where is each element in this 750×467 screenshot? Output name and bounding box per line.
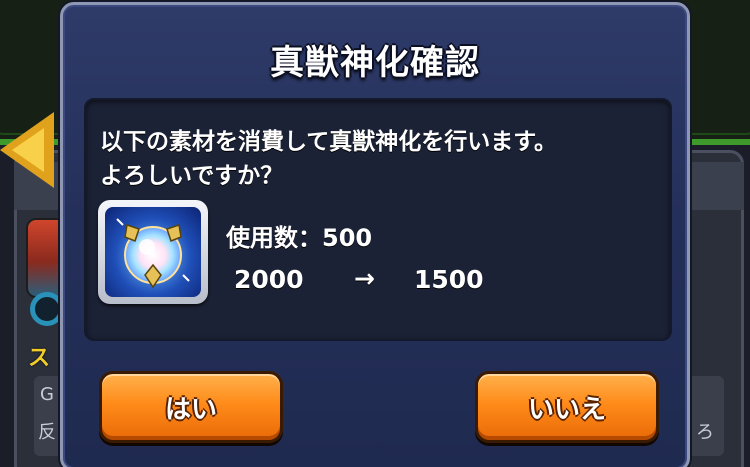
yes-button[interactable]: はい [99, 371, 283, 443]
back-arrow-highlight [12, 128, 44, 172]
message-line: 以下の素材を消費して真獣神化を行います。 [100, 129, 558, 155]
background-text-fragment: 反 [38, 422, 56, 443]
arrow-right-icon: → [354, 264, 375, 293]
no-button-label: いいえ [527, 394, 606, 425]
usage-count-label: 使用数：500 [226, 224, 373, 252]
message-box: 以下の素材を消費して真獣神化を行います。 よろしいですか？ 使用数：500 20… [84, 98, 672, 341]
crystal-orb-icon [105, 207, 201, 297]
background-text-fragment: ろ [696, 422, 714, 443]
message-line: よろしいですか？ [100, 163, 284, 189]
item-icon-frame [98, 200, 208, 304]
count-after: 1500 [414, 265, 484, 294]
count-before: 2000 [234, 265, 304, 294]
dialog-title: 真獣神化確認 [270, 43, 480, 83]
no-button[interactable]: いいえ [475, 371, 659, 443]
ring-icon [30, 292, 64, 326]
background-text-fragment: ス [28, 346, 51, 371]
background-text-fragment: G [40, 384, 54, 405]
yes-button-label: はい [164, 394, 217, 425]
confirm-dialog: 真獣神化確認 以下の素材を消費して真獣神化を行います。 よろしいですか？ 使用数… [60, 2, 690, 467]
